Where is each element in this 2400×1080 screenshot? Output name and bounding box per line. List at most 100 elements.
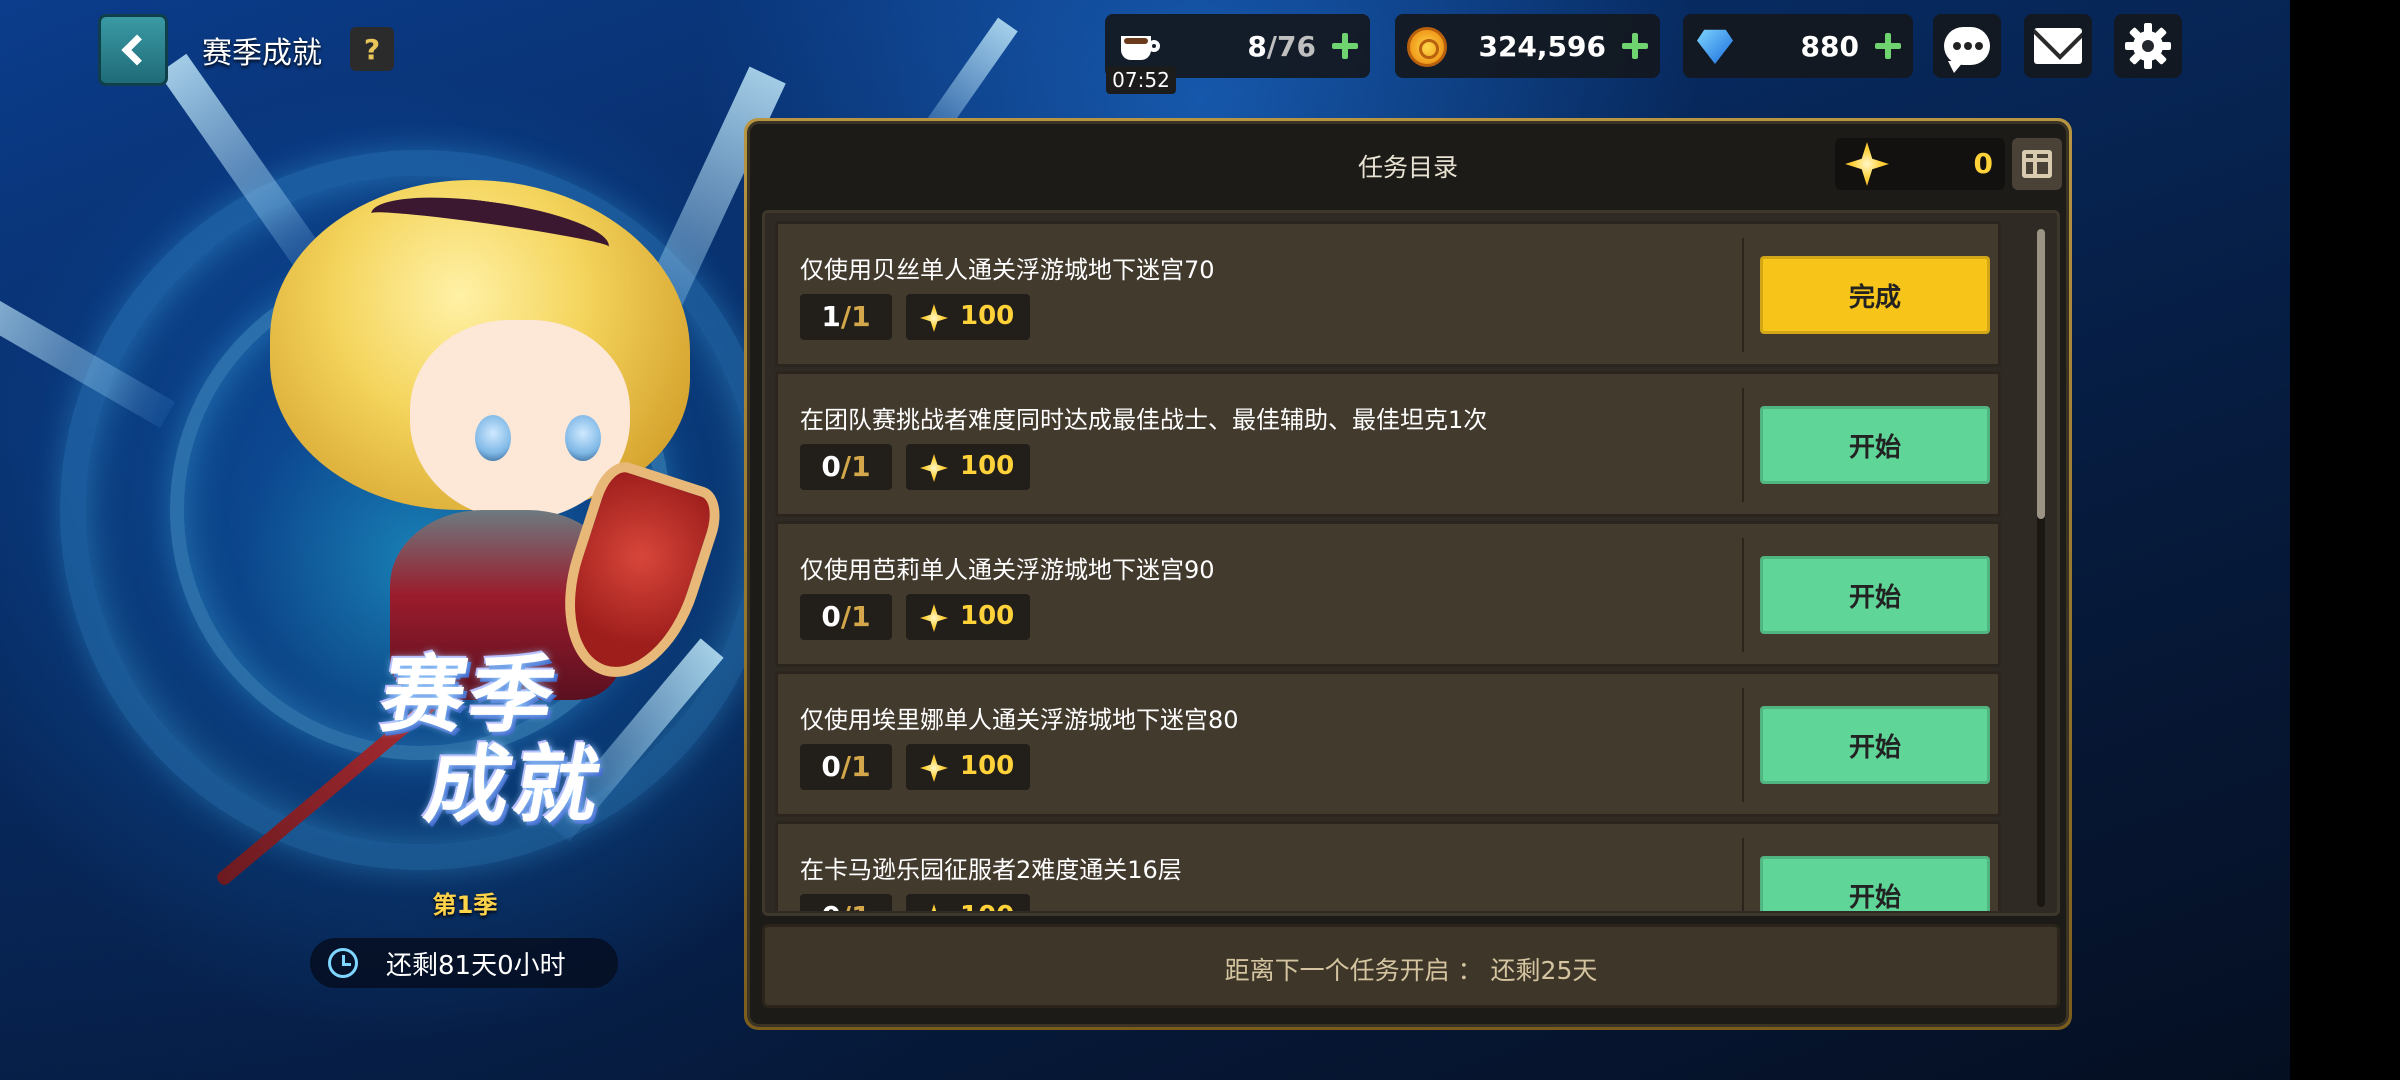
coffee-icon bbox=[1121, 26, 1161, 62]
clock-icon bbox=[328, 948, 358, 978]
character-illustration bbox=[214, 180, 730, 888]
reward-value: 100 bbox=[960, 301, 1015, 331]
reward-gift-button[interactable] bbox=[2012, 138, 2062, 190]
reward-value: 100 bbox=[960, 601, 1015, 631]
stamina-value: 8/76 bbox=[1247, 30, 1316, 63]
quest-row: 在团队赛挑战者难度同时达成最佳战士、最佳辅助、最佳坦克1次 0/1 100 开始 bbox=[775, 371, 2001, 517]
progress-total: 1 bbox=[851, 750, 871, 783]
progress-total: 1 bbox=[851, 300, 871, 333]
start-button[interactable]: 开始 bbox=[1760, 406, 1990, 484]
quest-description: 在卡马逊乐园征服者2难度通关16层 bbox=[800, 856, 1182, 884]
quest-panel-body: 任务目录 0 仅使用贝丝单人通关浮游城地下迷宫70 1/1 100 完成 在团队赛挑战者… bbox=[747, 121, 2069, 1027]
star-icon bbox=[920, 604, 948, 632]
chat-icon bbox=[1944, 27, 1990, 73]
add-gold-icon[interactable] bbox=[1622, 33, 1648, 59]
star-icon bbox=[1845, 142, 1889, 186]
progress-separator: / bbox=[840, 300, 852, 333]
stamina-current: 8 bbox=[1247, 29, 1267, 63]
gem-counter[interactable]: 880 bbox=[1683, 14, 1913, 78]
progress-current: 1 bbox=[821, 300, 841, 333]
art-title-line-2: 成就 bbox=[418, 736, 612, 834]
quest-description: 仅使用贝丝单人通关浮游城地下迷宫70 bbox=[800, 256, 1215, 284]
start-button[interactable]: 开始 bbox=[1760, 856, 1990, 911]
quest-progress: 0/1 bbox=[800, 744, 892, 790]
quest-description: 在团队赛挑战者难度同时达成最佳战士、最佳辅助、最佳坦克1次 bbox=[800, 406, 1488, 434]
gear-icon bbox=[2125, 23, 2171, 69]
quest-row: 在卡马逊乐园征服者2难度通关16层 0/1 100 开始 bbox=[775, 821, 2001, 911]
progress-separator: / bbox=[841, 900, 851, 911]
star-icon bbox=[920, 904, 948, 911]
settings-button[interactable] bbox=[2114, 14, 2182, 78]
row-divider bbox=[1742, 838, 1744, 911]
quest-row: 仅使用贝丝单人通关浮游城地下迷宫70 1/1 100 完成 bbox=[775, 221, 2001, 367]
remaining-time-text: 还剩81天0小时 bbox=[386, 950, 566, 981]
quest-list-container: 仅使用贝丝单人通关浮游城地下迷宫70 1/1 100 完成 在团队赛挑战者难度同时达成最… bbox=[762, 210, 2060, 916]
diamond-icon bbox=[1697, 29, 1733, 64]
add-stamina-icon[interactable] bbox=[1332, 33, 1358, 59]
mail-icon bbox=[2034, 28, 2082, 64]
season-remaining-time: 还剩81天0小时 bbox=[310, 938, 618, 988]
gold-counter[interactable]: 324,596 bbox=[1395, 14, 1660, 78]
progress-current: 0 bbox=[821, 600, 841, 633]
quest-row: 仅使用芭莉单人通关浮游城地下迷宫90 0/1 100 开始 bbox=[775, 521, 2001, 667]
achievement-points: 0 bbox=[1835, 138, 2005, 190]
character-eye bbox=[565, 415, 601, 461]
row-divider bbox=[1742, 538, 1744, 652]
quest-list-scrollbar[interactable] bbox=[2037, 229, 2045, 907]
chevron-left-icon bbox=[121, 34, 153, 66]
quest-panel: 任务目录 0 仅使用贝丝单人通关浮游城地下迷宫70 1/1 100 完成 在团队赛挑战者… bbox=[744, 118, 2072, 1030]
quest-progress: 1/1 bbox=[800, 294, 892, 340]
chat-button[interactable] bbox=[1933, 14, 2001, 78]
quest-row: 仅使用埃里娜单人通关浮游城地下迷宫80 0/1 100 开始 bbox=[775, 671, 2001, 817]
progress-total: 1 bbox=[851, 900, 870, 911]
gold-coin-icon bbox=[1407, 27, 1447, 67]
row-divider bbox=[1742, 238, 1744, 352]
panel-header: 任务目录 0 bbox=[750, 124, 2066, 204]
quest-progress: 0/1 bbox=[800, 894, 892, 911]
next-quest-countdown: 距离下一个任务开启 ： 还剩25天 bbox=[1224, 956, 1598, 985]
help-button[interactable]: ? bbox=[350, 27, 394, 71]
complete-button[interactable]: 完成 bbox=[1760, 256, 1990, 334]
quest-reward: 100 bbox=[906, 444, 1030, 490]
quest-reward: 100 bbox=[906, 894, 1030, 911]
progress-current: 0 bbox=[821, 450, 841, 483]
stamina-max: 76 bbox=[1277, 29, 1316, 63]
quest-reward: 100 bbox=[906, 294, 1030, 340]
add-gem-icon[interactable] bbox=[1875, 33, 1901, 59]
progress-current: 0 bbox=[821, 900, 840, 911]
progress-separator: / bbox=[840, 450, 852, 483]
quest-reward: 100 bbox=[906, 744, 1030, 790]
gold-value: 324,596 bbox=[1478, 29, 1606, 63]
gift-icon bbox=[2022, 150, 2052, 178]
reward-value: 100 bbox=[960, 901, 1014, 911]
star-icon bbox=[920, 304, 948, 332]
stamina-separator: / bbox=[1266, 29, 1278, 63]
points-value: 0 bbox=[1973, 147, 1993, 180]
progress-separator: / bbox=[840, 600, 852, 633]
progress-total: 1 bbox=[851, 600, 871, 633]
row-divider bbox=[1742, 388, 1744, 502]
gem-value: 880 bbox=[1800, 29, 1859, 63]
character-eye bbox=[475, 415, 511, 461]
quest-progress: 0/1 bbox=[800, 444, 892, 490]
mail-button[interactable] bbox=[2024, 14, 2092, 78]
quest-description: 仅使用埃里娜单人通关浮游城地下迷宫80 bbox=[800, 706, 1239, 734]
quest-list[interactable]: 仅使用贝丝单人通关浮游城地下迷宫70 1/1 100 完成 在团队赛挑战者难度同时达成最… bbox=[775, 221, 2001, 911]
reward-value: 100 bbox=[960, 751, 1015, 781]
season-achievement-art-title: 赛季 成就 bbox=[310, 646, 630, 834]
progress-current: 0 bbox=[821, 750, 841, 783]
page-title: 赛季成就 bbox=[202, 36, 322, 71]
progress-separator: / bbox=[840, 750, 852, 783]
progress-total: 1 bbox=[851, 450, 871, 483]
star-icon bbox=[920, 454, 948, 482]
row-divider bbox=[1742, 688, 1744, 802]
art-title-line-1: 赛季 bbox=[373, 646, 567, 744]
back-button[interactable] bbox=[98, 14, 168, 86]
season-number-label: 第1季 bbox=[432, 891, 498, 919]
scrollbar-thumb[interactable] bbox=[2037, 229, 2045, 519]
star-icon bbox=[920, 754, 948, 782]
screen-edge bbox=[2290, 0, 2400, 1080]
start-button[interactable]: 开始 bbox=[1760, 706, 1990, 784]
quest-description: 仅使用芭莉单人通关浮游城地下迷宫90 bbox=[800, 556, 1215, 584]
start-button[interactable]: 开始 bbox=[1760, 556, 1990, 634]
